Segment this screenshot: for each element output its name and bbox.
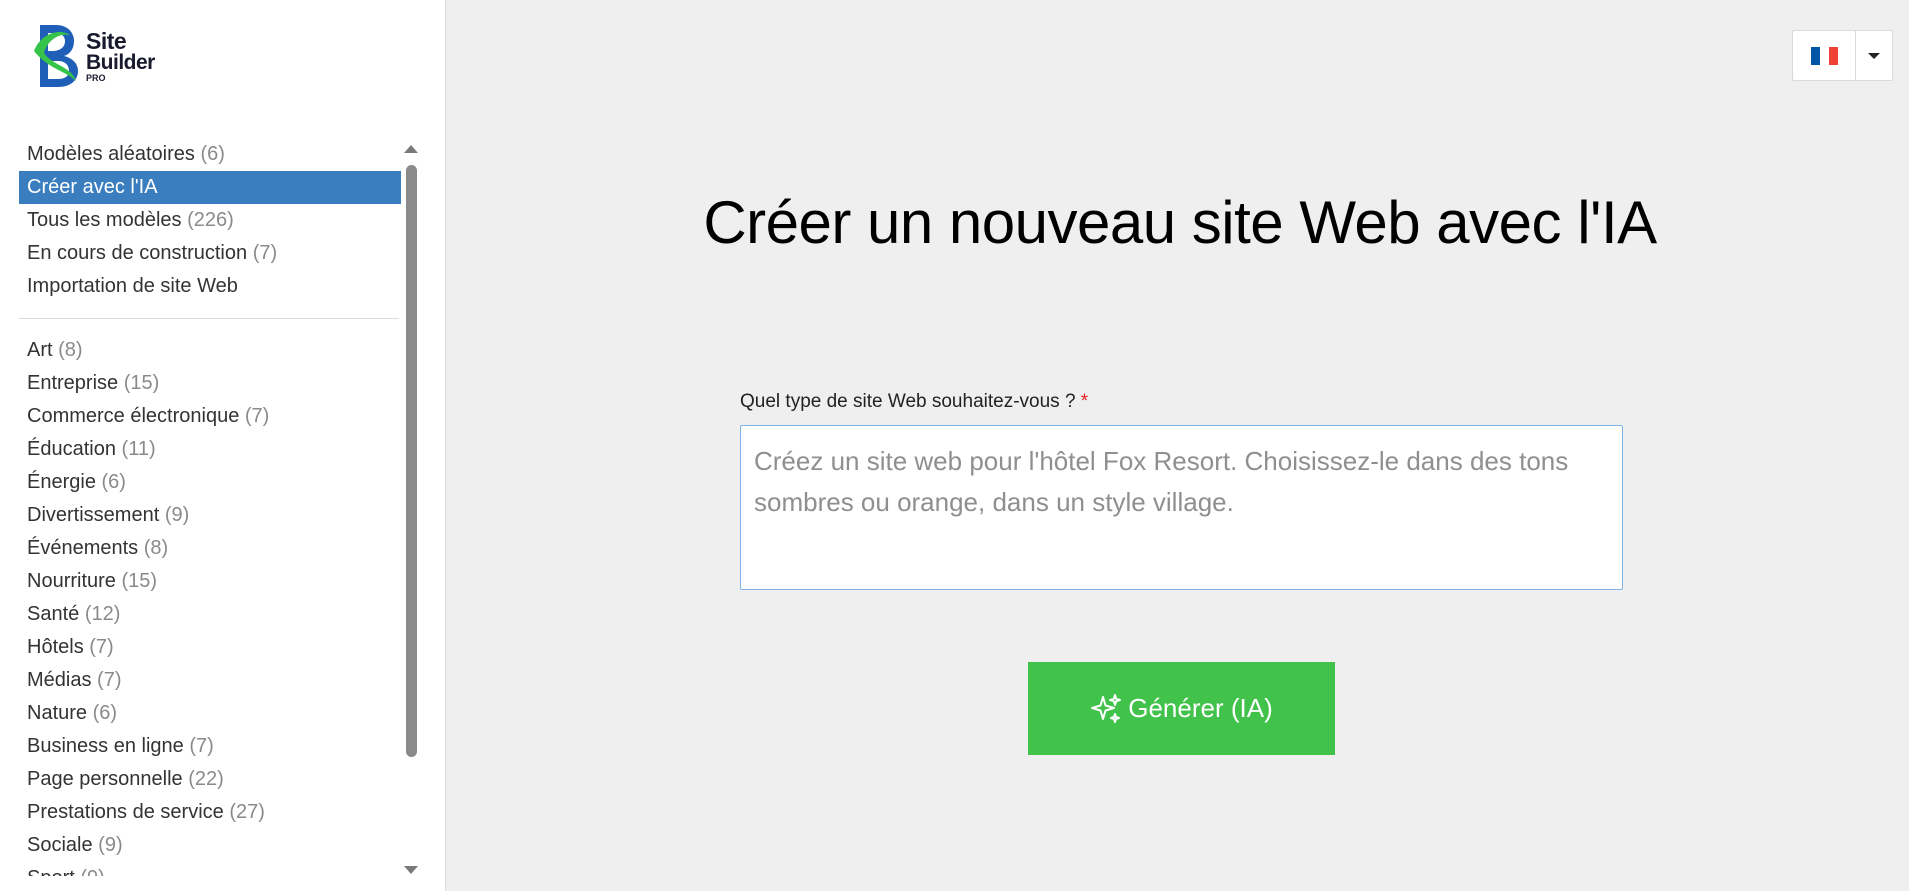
sidebar-item-count: (226)	[187, 209, 234, 231]
logo-text-site: Site	[86, 27, 127, 54]
category-count: (8)	[143, 537, 169, 559]
category-count: (9)	[98, 834, 123, 856]
category-count: (7)	[244, 405, 270, 427]
category-label: Événements	[27, 537, 139, 559]
france-flag-icon	[1810, 46, 1838, 65]
language-flag-button[interactable]	[1793, 31, 1856, 80]
sidebar-category-education[interactable]: Éducation (11)	[19, 433, 401, 466]
sidebar-category-sociale[interactable]: Sociale (9)	[19, 829, 401, 862]
sidebar-item-create-with-ai[interactable]: Créer avec l'IA	[19, 171, 401, 204]
logo-text-builder: Builder	[86, 50, 155, 74]
scroll-down-arrow-icon[interactable]	[404, 866, 418, 874]
flag-stripe-red	[1828, 46, 1838, 65]
sidebar-item-under-construction[interactable]: En cours de construction (7)	[19, 237, 401, 270]
category-count: (7)	[97, 669, 122, 691]
category-count: (12)	[84, 603, 121, 625]
prompt-field-label: Quel type de site Web souhaitez-vous ? *	[740, 391, 1088, 413]
category-label: Divertissement	[27, 504, 160, 526]
flag-stripe-blue	[1810, 46, 1820, 65]
sidebar-category-business-en-ligne[interactable]: Business en ligne (7)	[19, 730, 401, 763]
flag-stripe-white	[1819, 46, 1829, 65]
sidebar-divider	[19, 318, 399, 319]
category-count: (22)	[188, 768, 224, 790]
website-prompt-input[interactable]	[740, 425, 1623, 590]
language-dropdown-toggle[interactable]	[1856, 31, 1892, 80]
category-label: Nature	[27, 702, 88, 724]
category-count: (7)	[89, 636, 114, 658]
category-count: (6)	[92, 702, 118, 724]
sidebar-item-label: Créer avec l'IA	[27, 176, 158, 198]
category-label: Business en ligne	[27, 735, 184, 757]
sidebar-category-hotels[interactable]: Hôtels (7)	[19, 631, 401, 664]
category-label: Entreprise	[27, 372, 119, 394]
sidebar-category-entreprise[interactable]: Entreprise (15)	[19, 367, 401, 400]
category-count: (27)	[229, 801, 265, 823]
sidebar-item-all-templates[interactable]: Tous les modèles (226)	[19, 204, 401, 237]
category-count: (7)	[189, 735, 214, 757]
category-label: Art	[27, 339, 53, 361]
category-label: Commerce électronique	[27, 405, 240, 427]
category-label: Prestations de service	[27, 801, 224, 823]
language-selector[interactable]	[1792, 30, 1893, 81]
sidebar-item-label: Tous les modèles	[27, 209, 182, 231]
sidebar-category-art[interactable]: Art (8)	[19, 334, 401, 367]
category-label: Éducation	[27, 438, 116, 460]
category-label: Énergie	[27, 471, 96, 493]
generate-ai-button[interactable]: Générer (IA)	[1028, 662, 1335, 755]
sidebar-category-ecommerce[interactable]: Commerce électronique (7)	[19, 400, 401, 433]
sidebar-category-nature[interactable]: Nature (6)	[19, 697, 401, 730]
sidebar-category-medias[interactable]: Médias (7)	[19, 664, 401, 697]
sidebar-item-count: (7)	[252, 242, 278, 264]
sidebar-category-prestations-de-service[interactable]: Prestations de service (27)	[19, 796, 401, 829]
category-label: Sociale	[27, 834, 93, 856]
logo-mark-icon	[32, 21, 84, 91]
sidebar: Site Builder PRO Modèles aléatoires (6) …	[0, 0, 446, 891]
category-label: Médias	[27, 669, 92, 691]
sparkles-icon	[1091, 693, 1122, 723]
category-label: Nourriture	[27, 570, 116, 592]
sidebar-category-energie[interactable]: Énergie (6)	[19, 466, 401, 499]
sidebar-scrollbar[interactable]	[402, 140, 420, 876]
category-label: Hôtels	[27, 636, 84, 658]
category-count: (6)	[101, 471, 126, 493]
category-count: (11)	[121, 438, 156, 460]
sidebar-item-label: Importation de site Web	[27, 275, 238, 297]
category-count: (8)	[58, 339, 83, 361]
caret-down-icon	[1868, 52, 1880, 59]
sidebar-item-label: Modèles aléatoires	[27, 143, 195, 165]
prompt-label-text: Quel type de site Web souhaitez-vous ?	[740, 391, 1076, 412]
sidebar-item-random-templates[interactable]: Modèles aléatoires (6)	[19, 138, 401, 171]
logo-text-pro: PRO	[86, 72, 106, 83]
sidebar-nav: Modèles aléatoires (6) Créer avec l'IA T…	[19, 138, 401, 876]
sidebar-category-nourriture[interactable]: Nourriture (15)	[19, 565, 401, 598]
scroll-up-arrow-icon[interactable]	[404, 145, 418, 153]
scrollbar-thumb[interactable]	[406, 165, 417, 757]
category-count: (9)	[164, 504, 190, 526]
category-label: Sport	[27, 867, 75, 876]
sidebar-category-evenements[interactable]: Événements (8)	[19, 532, 401, 565]
category-label: Santé	[27, 603, 80, 625]
category-count: (15)	[121, 570, 158, 592]
sidebar-item-label: En cours de construction	[27, 242, 248, 264]
site-builder-logo[interactable]: Site Builder PRO	[32, 20, 172, 92]
category-count: (9)	[80, 867, 104, 876]
sidebar-category-sport[interactable]: Sport (9)	[19, 862, 401, 876]
sidebar-item-count: (6)	[200, 143, 225, 165]
sidebar-category-sante[interactable]: Santé (12)	[19, 598, 401, 631]
sidebar-category-divertissement[interactable]: Divertissement (9)	[19, 499, 401, 532]
generate-button-label: Générer (IA)	[1128, 693, 1273, 723]
page-title: Créer un nouveau site Web avec l'IA	[703, 189, 1657, 256]
category-count: (15)	[123, 372, 160, 394]
category-label: Page personnelle	[27, 768, 183, 790]
required-marker: *	[1080, 391, 1089, 412]
sidebar-category-page-personnelle[interactable]: Page personnelle (22)	[19, 763, 401, 796]
sidebar-item-website-import[interactable]: Importation de site Web	[19, 270, 401, 303]
